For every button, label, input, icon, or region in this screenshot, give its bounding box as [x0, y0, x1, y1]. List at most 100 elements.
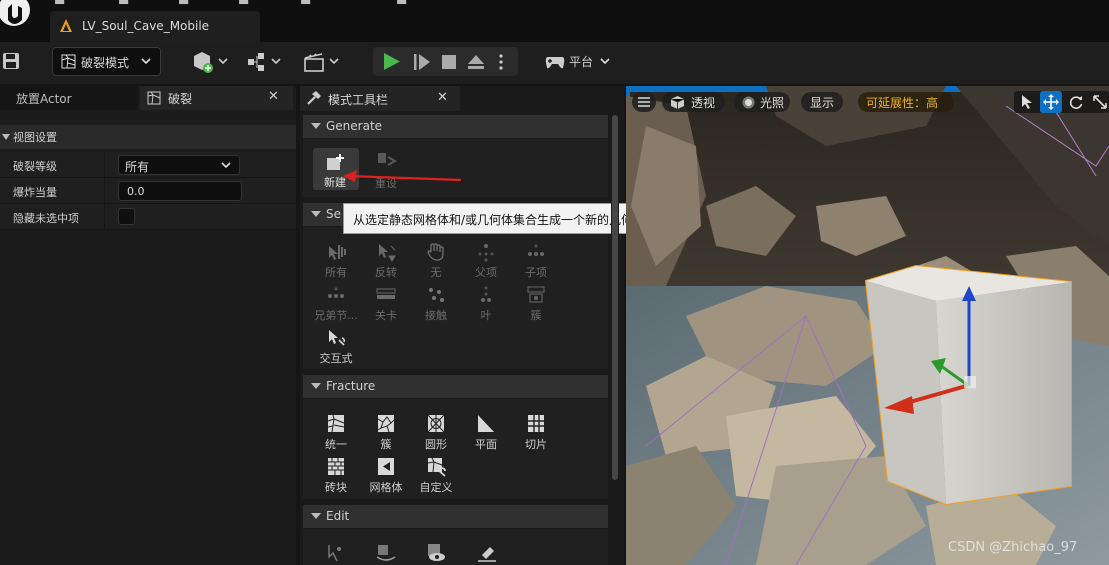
- parent-icon: [478, 244, 494, 262]
- edit-tool-icon[interactable]: [375, 543, 397, 563]
- select-interactive-button[interactable]: 交互式: [313, 328, 359, 366]
- hide-unselected-checkbox[interactable]: [118, 208, 135, 225]
- brick-button[interactable]: 砖块: [313, 457, 359, 495]
- uniform-button[interactable]: 统一: [313, 414, 359, 452]
- section-generate[interactable]: Generate: [303, 115, 608, 138]
- property-name: 爆炸当量: [13, 186, 57, 199]
- collapse-arrow-icon: [2, 134, 10, 140]
- close-icon[interactable]: ✕: [268, 89, 279, 104]
- tab-fracture-label: 破裂: [168, 92, 193, 106]
- uniform-label: 统一: [325, 438, 347, 451]
- perspective-label: 透视: [691, 96, 716, 110]
- explode-amount-input[interactable]: [118, 181, 242, 201]
- menu-fragment[interactable]: ▬: [238, 0, 249, 8]
- hamburger-icon: [638, 97, 650, 107]
- scalability-button[interactable]: 可延展性：高: [858, 92, 954, 112]
- menu-fragment[interactable]: ▬: [54, 0, 65, 8]
- annotation-arrow: [343, 170, 462, 182]
- mesh-icon: [378, 458, 394, 475]
- select-all-icon: [329, 245, 346, 260]
- tab-mode-tools-label: 模式工具栏: [328, 93, 389, 107]
- platform-label: 平台: [569, 55, 594, 69]
- interactive-icon: [329, 330, 346, 346]
- leaf-icon: [481, 286, 491, 302]
- play-icon[interactable]: [383, 52, 401, 71]
- lighting-icon: [742, 96, 755, 109]
- platform-menu[interactable]: 平台: [543, 47, 615, 76]
- edit-tool-icon[interactable]: [325, 543, 347, 563]
- property-fracture-level: 破裂等级 所有: [0, 152, 296, 178]
- fracture-level-select[interactable]: 所有: [118, 155, 240, 175]
- menu-fragment[interactable]: ▬: [396, 0, 407, 8]
- transform-tools: [1014, 91, 1109, 113]
- select-cursor-icon[interactable]: [1020, 94, 1034, 110]
- show-button[interactable]: 显示: [801, 92, 843, 112]
- step-icon[interactable]: [413, 53, 431, 71]
- planar-button[interactable]: 平面: [463, 414, 509, 452]
- select-siblings-label: 兄弟节...: [314, 309, 358, 322]
- menu-fragment[interactable]: ▬: [300, 0, 311, 8]
- planar-label: 平面: [475, 438, 497, 451]
- mode-select[interactable]: 破裂模式: [52, 47, 161, 76]
- collapse-arrow-icon: [311, 123, 321, 129]
- mesh-label: 网格体: [369, 481, 403, 494]
- select-parent-button[interactable]: 父项: [463, 242, 509, 280]
- view-settings-section[interactable]: 视图设置: [0, 125, 296, 149]
- cinematics-icon[interactable]: [302, 50, 342, 74]
- viewport-scene: [626, 86, 1109, 565]
- select-children-button[interactable]: 子项: [513, 242, 559, 280]
- document-tab[interactable]: LV_Soul_Cave_Mobile: [50, 11, 260, 42]
- select-leaf-button[interactable]: 叶: [463, 285, 509, 323]
- slice-button[interactable]: 切片: [513, 414, 559, 452]
- section-edit[interactable]: Edit: [303, 505, 608, 528]
- contact-icon: [429, 288, 444, 302]
- scale-icon[interactable]: [1092, 94, 1108, 110]
- stop-icon[interactable]: [441, 54, 457, 70]
- save-icon[interactable]: [2, 52, 20, 70]
- level-viewport[interactable]: [626, 86, 1109, 565]
- siblings-icon: [328, 287, 344, 298]
- custom-label: 自定义: [419, 481, 453, 494]
- radial-button[interactable]: 圆形: [413, 414, 459, 452]
- select-parent-label: 父项: [475, 266, 497, 279]
- cluster-button[interactable]: 簇: [363, 414, 409, 452]
- invert-icon: [379, 244, 396, 262]
- perspective-button[interactable]: 透视: [662, 92, 725, 112]
- select-leaf-label: 叶: [480, 309, 492, 322]
- select-none-button[interactable]: 无: [413, 242, 459, 280]
- move-tool-button[interactable]: [1040, 91, 1062, 113]
- section-generate-title: Generate: [326, 119, 383, 133]
- viewport-menu-button[interactable]: [632, 92, 656, 112]
- scrollbar-thumb[interactable]: [612, 115, 618, 480]
- select-siblings-button[interactable]: 兄弟节...: [313, 285, 359, 323]
- more-options-icon[interactable]: [498, 53, 504, 71]
- cluster-icon: [377, 415, 395, 433]
- custom-button[interactable]: 自定义: [413, 457, 459, 495]
- cube-icon: [670, 96, 685, 109]
- menu-fragment[interactable]: ▬: [118, 0, 129, 8]
- select-all-button[interactable]: 所有: [313, 242, 359, 280]
- tab-fracture[interactable]: 破裂 ✕: [140, 86, 293, 110]
- unreal-logo-icon[interactable]: [0, 0, 36, 36]
- section-fracture[interactable]: Fracture: [303, 375, 608, 398]
- rotate-icon[interactable]: [1068, 94, 1084, 110]
- tab-place-actors[interactable]: 放置Actor: [0, 86, 138, 110]
- scalability-label: 可延展性：高: [866, 96, 939, 110]
- select-contact-button[interactable]: 接触: [413, 285, 459, 323]
- select-level-button[interactable]: 关卡: [363, 285, 409, 323]
- invert-label: 反转: [375, 266, 397, 279]
- invert-button[interactable]: 反转: [363, 242, 409, 280]
- visibility-icon[interactable]: [425, 543, 447, 563]
- edit-tool-icon[interactable]: [476, 543, 498, 563]
- mesh-button[interactable]: 网格体: [363, 457, 409, 495]
- close-icon[interactable]: ✕: [437, 90, 448, 105]
- brick-icon: [328, 458, 344, 475]
- lighting-button[interactable]: 光照: [734, 92, 790, 112]
- add-actor-icon[interactable]: [192, 50, 232, 74]
- uniform-icon: [327, 414, 345, 433]
- menu-fragment[interactable]: ▬: [178, 0, 189, 8]
- select-cluster-button[interactable]: 簇: [513, 285, 559, 323]
- blueprint-icon[interactable]: [246, 50, 286, 74]
- tab-mode-tools[interactable]: 模式工具栏 ✕: [300, 86, 460, 111]
- eject-icon[interactable]: [467, 53, 485, 71]
